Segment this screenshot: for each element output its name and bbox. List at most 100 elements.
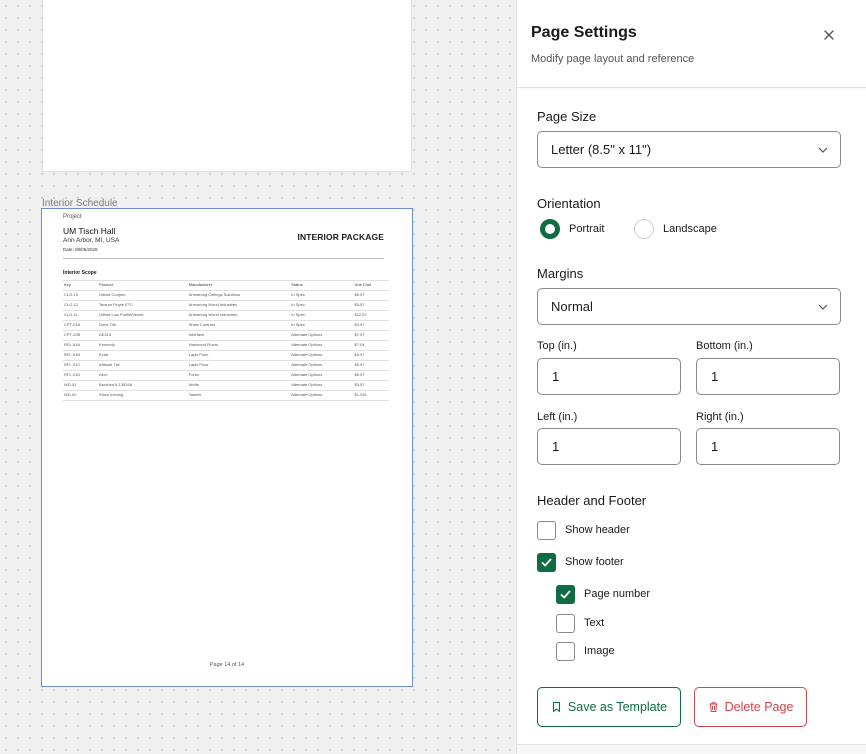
close-icon <box>824 30 834 40</box>
landscape-label[interactable]: Landscape <box>663 223 717 235</box>
show-header-label[interactable]: Show header <box>565 524 630 536</box>
save-as-template-label: Save as Template <box>567 700 668 714</box>
table-cell: WD-01 <box>63 380 99 391</box>
table-row: CLG-11 Ultima Low Profile/Vector Armstrong… <box>63 310 389 321</box>
table-cell: Alternate Options <box>290 350 354 361</box>
footer-text-checkbox[interactable] <box>556 614 575 633</box>
table-cell: Tarkett <box>187 390 291 401</box>
table-cell: Wolfe <box>187 380 291 391</box>
selected-page[interactable]: Project UM Tisch Hall Ann Arbor, MI, USA… <box>41 208 413 687</box>
canvas[interactable]: Interior Schedule Project UM Tisch Hall … <box>0 0 516 754</box>
orientation-label: Orientation <box>537 196 601 211</box>
table-cell: CLG-10 <box>63 290 99 301</box>
show-footer-label[interactable]: Show footer <box>565 556 624 568</box>
table-cell: Armstrong World Industries <box>187 310 291 321</box>
table-cell: $1,034 <box>353 390 389 401</box>
panel-body: Page Size Letter (8.5" x 11") Orientatio… <box>517 89 866 745</box>
doc-project-name: UM Tisch Hall <box>63 226 116 236</box>
table-cell: Kennedy <box>98 340 188 351</box>
page-size-label: Page Size <box>537 109 597 124</box>
page-number-label[interactable]: Page number <box>584 588 650 600</box>
table-cell: $5.57 <box>353 300 389 311</box>
doc-schedule-table: Key Product Manufacturer Status Unit Cost CL… <box>63 280 389 401</box>
table-header-row: Key Product Manufacturer Status Unit Cost <box>63 280 389 291</box>
table-cell: $3.57 <box>353 380 389 391</box>
table-cell: $5.57 <box>353 350 389 361</box>
table-cell: In Spec <box>290 300 354 311</box>
table-cell: Lapis Floor <box>187 360 291 371</box>
table-body: CLG-10 Ultima Coupon Armstrong Ceilings So… <box>63 290 389 401</box>
table-row: RFL-01C Altitude Tile Lapis Floor Alternate… <box>63 360 389 371</box>
doc-date: Date: 08/05/2026 <box>63 247 98 252</box>
table-row: RFL-01A Kennedy Hartwood Floors Alternate O… <box>63 340 389 351</box>
bottom-margin-label: Bottom (in.) <box>696 340 753 352</box>
table-header-cell: Unit Cost <box>353 280 389 291</box>
top-margin-input[interactable]: 1 <box>537 358 681 395</box>
table-cell: CPT-01A <box>63 320 99 331</box>
table-cell: Lapis Floor <box>187 350 291 361</box>
table-cell: AE315 <box>98 330 188 341</box>
table-cell: $7.04 <box>353 340 389 351</box>
panel-title: Page Settings <box>531 24 637 41</box>
portrait-label[interactable]: Portrait <box>569 223 604 235</box>
right-margin-label: Right (in.) <box>696 411 744 423</box>
checkmark-icon <box>541 558 552 567</box>
table-cell: Ultima Coupon <box>98 290 188 301</box>
table-cell: CPT-02B <box>63 330 99 341</box>
table-row: RFL-01B Eclat Lapis Floor Alternate Options… <box>63 350 389 361</box>
table-cell: RFL-01B <box>63 350 99 361</box>
show-header-checkbox[interactable] <box>537 521 556 540</box>
table-cell: Alternate Options <box>290 330 354 341</box>
chevron-down-icon <box>818 147 828 153</box>
show-footer-checkbox[interactable] <box>537 553 556 572</box>
trash-icon <box>709 702 718 712</box>
table-cell: CLG-12 <box>63 300 99 311</box>
delete-page-label: Delete Page <box>724 700 794 714</box>
page-settings-panel: Page Settings Modify page layout and ref… <box>516 0 866 754</box>
table-cell: Show Inching <box>98 390 188 401</box>
table-cell: Tectum Finyte ETC <box>98 300 188 311</box>
table-cell: Altitude Tile <box>98 360 188 371</box>
table-cell: Shaw Contract <box>187 320 291 331</box>
footer-image-checkbox[interactable] <box>556 642 575 661</box>
table-header-cell: Status <box>290 280 354 291</box>
table-row: WD-01 Brushed II-135348 Wolfe Alternate Opt… <box>63 380 389 391</box>
previous-page[interactable] <box>42 0 412 172</box>
table-row: RFL-01D Aero Forbo Alternate Options $5.57 <box>63 370 389 381</box>
table-cell: In Spec <box>290 310 354 321</box>
page-number-checkbox[interactable] <box>556 585 575 604</box>
table-cell: In Spec <box>290 320 354 331</box>
page-size-select[interactable]: Letter (8.5" x 11") <box>537 131 841 168</box>
table-cell: RFL-01A <box>63 340 99 351</box>
doc-location: Ann Arbor, MI, USA <box>63 237 120 244</box>
table-row: CLG-12 Tectum Finyte ETC Armstrong World I… <box>63 300 389 311</box>
landscape-radio[interactable] <box>634 219 654 239</box>
table-row: CPT-01A Dune Tile Shaw Contract In Spec $3.5… <box>63 320 389 331</box>
right-margin-input[interactable]: 1 <box>696 428 840 465</box>
table-header-cell: Manufacturer <box>187 280 291 291</box>
left-margin-input[interactable]: 1 <box>537 428 681 465</box>
panel-subtitle: Modify page layout and reference <box>531 53 695 65</box>
table-cell: RFL-01D <box>63 370 99 381</box>
table-header-cell: Key <box>63 280 99 291</box>
margins-label: Margins <box>537 266 584 281</box>
doc-project-label: Project <box>63 214 82 220</box>
table-cell: Dune Tile <box>98 320 188 331</box>
table-cell: Armstrong Ceilings Solutions <box>187 290 291 301</box>
table-cell: Hartwood Floors <box>187 340 291 351</box>
table-cell: $12.57 <box>353 310 389 321</box>
table-cell: RFL-01C <box>63 360 99 371</box>
table-cell: Alternate Options <box>290 370 354 381</box>
save-as-template-button[interactable]: Save as Template <box>537 687 681 727</box>
table-cell: Alternate Options <box>290 390 354 401</box>
footer-text-label[interactable]: Text <box>584 617 604 629</box>
margins-select[interactable]: Normal <box>537 288 841 325</box>
table-cell: Alternate Options <box>290 380 354 391</box>
close-button[interactable] <box>819 25 839 45</box>
footer-image-label[interactable]: Image <box>584 645 615 657</box>
table-cell: Interface <box>187 330 291 341</box>
bottom-margin-input[interactable]: 1 <box>696 358 840 395</box>
table-cell: $3.57 <box>353 320 389 331</box>
delete-page-button[interactable]: Delete Page <box>694 687 807 727</box>
portrait-radio[interactable] <box>540 219 560 239</box>
